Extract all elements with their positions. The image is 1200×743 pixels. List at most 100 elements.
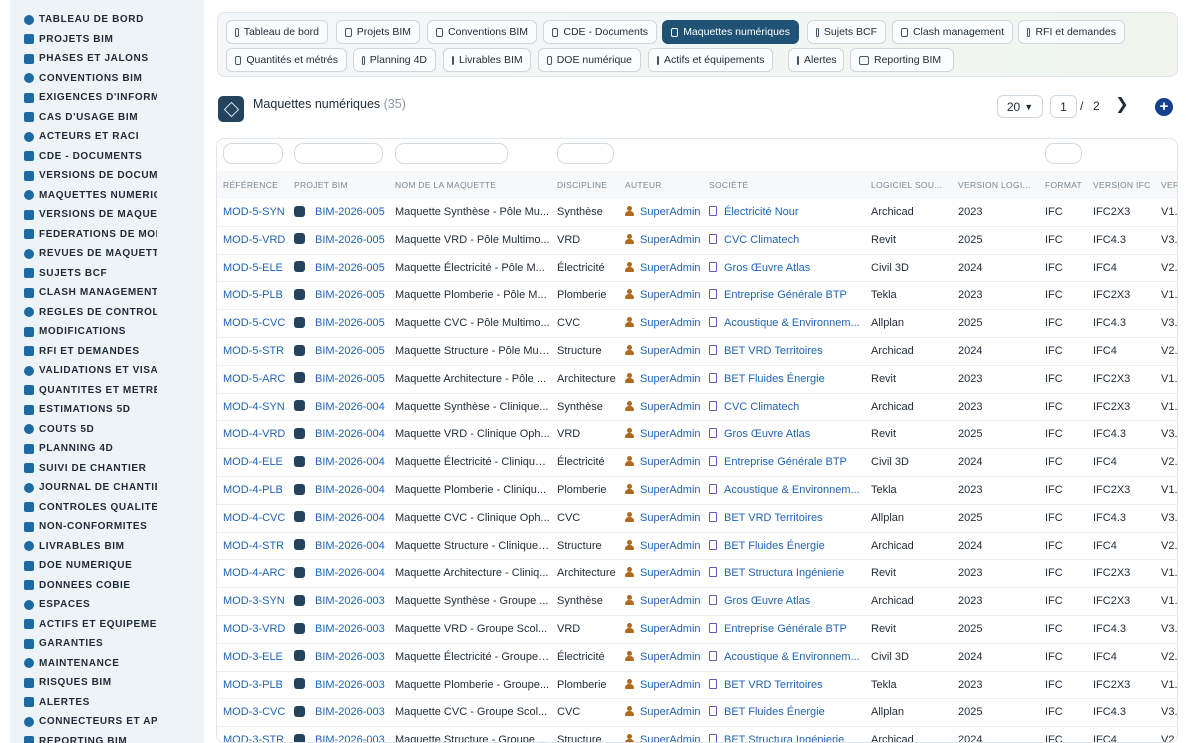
sidebar-item[interactable]: SUIVI DE CHANTIER <box>10 459 204 479</box>
sidebar-item[interactable]: CDE - DOCUMENTS <box>10 147 204 167</box>
col-author-cell[interactable]: SuperAdmin <box>625 366 705 394</box>
sidebar-item[interactable]: TABLEAU DE BORD <box>10 10 204 30</box>
filter-format-input[interactable] <box>1045 143 1082 164</box>
col-project-cell[interactable]: BIM-2026-005 <box>294 338 390 366</box>
col-company-cell[interactable]: Gros Œuvre Atlas <box>709 588 864 616</box>
col-project-cell[interactable]: BIM-2026-004 <box>294 394 390 422</box>
tab-projects[interactable]: Projets BIM <box>336 20 420 44</box>
col-author-cell[interactable]: SuperAdmin <box>625 699 705 727</box>
table-row[interactable]: MOD-4-ARC BIM-2026-004 Maquette Architectu… <box>217 560 1177 589</box>
col-project-cell[interactable]: BIM-2026-004 <box>294 421 390 449</box>
sidebar-item[interactable]: ACTIFS ET ÉQUIPEMENT <box>10 615 204 635</box>
tab-calendar[interactable]: Planning 4D <box>353 48 436 72</box>
tab-question[interactable]: RFI et demandes <box>1018 20 1125 44</box>
col-project-cell[interactable]: BIM-2026-005 <box>294 366 390 394</box>
table-row[interactable]: MOD-5-SYN BIM-2026-005 Maquette Synthèse -… <box>217 199 1177 227</box>
current-page-input[interactable]: 1 <box>1050 95 1077 118</box>
col-ifc-version-header[interactable]: VERSION IFC <box>1093 171 1157 199</box>
col-author-cell[interactable]: SuperAdmin <box>625 477 705 505</box>
col-discipline-header[interactable]: DISCIPLINE <box>557 171 621 199</box>
sidebar-item[interactable]: REPORTING BIM <box>10 732 204 743</box>
sidebar-item[interactable]: NON-CONFORMITÉS <box>10 517 204 537</box>
col-author-cell[interactable]: SuperAdmin <box>625 394 705 422</box>
col-company-cell[interactable]: BET Fluides Énergie <box>709 699 864 727</box>
col-author-cell[interactable]: SuperAdmin <box>625 588 705 616</box>
col-company-cell[interactable]: Gros Œuvre Atlas <box>709 421 864 449</box>
col-author-cell[interactable]: SuperAdmin <box>625 255 705 283</box>
col-project-cell[interactable]: BIM-2026-003 <box>294 616 390 644</box>
col-author-cell[interactable]: SuperAdmin <box>625 449 705 477</box>
col-project-cell[interactable]: BIM-2026-003 <box>294 644 390 672</box>
sidebar-item[interactable]: DONNÉES COBIE <box>10 576 204 596</box>
sidebar-item[interactable]: CLASH MANAGEMENT <box>10 283 204 303</box>
col-reference-cell[interactable]: MOD-4-VRD <box>223 421 289 449</box>
col-software-header[interactable]: LOGICIEL SOU... <box>871 171 953 199</box>
tab-warning[interactable]: Clash management <box>892 20 1013 44</box>
col-author-cell[interactable]: SuperAdmin <box>625 282 705 310</box>
sidebar-item[interactable]: ESPACES <box>10 595 204 615</box>
col-name-header[interactable]: NOM DE LA MAQUETTE <box>395 171 550 199</box>
col-author-cell[interactable]: SuperAdmin <box>625 505 705 533</box>
table-row[interactable]: MOD-5-VRD BIM-2026-005 Maquette VRD - Pôle… <box>217 227 1177 255</box>
tab-folder[interactable]: CDE - Documents <box>543 20 657 44</box>
col-reference-cell[interactable]: MOD-3-ELE <box>223 644 289 672</box>
col-software-version-header[interactable]: VERSION LOGI... <box>958 171 1040 199</box>
col-project-cell[interactable]: BIM-2026-005 <box>294 227 390 255</box>
col-author-header[interactable]: AUTEUR <box>625 171 705 199</box>
filter-reference-input[interactable] <box>223 143 283 164</box>
sidebar-item[interactable]: PROJETS BIM <box>10 30 204 50</box>
filter-project-input[interactable] <box>294 143 383 164</box>
col-reference-cell[interactable]: MOD-4-ELE <box>223 449 289 477</box>
table-row[interactable]: MOD-4-SYN BIM-2026-004 Maquette Synthèse -… <box>217 394 1177 422</box>
tab-reporting[interactable]: Reporting BIM <box>850 48 954 72</box>
col-project-cell[interactable]: BIM-2026-003 <box>294 588 390 616</box>
tab-deliverables[interactable]: Livrables BIM <box>443 48 531 72</box>
sidebar-item[interactable]: RÈGLES DE CONTRÔLE <box>10 303 204 323</box>
col-reference-cell[interactable]: MOD-4-ARC <box>223 560 289 588</box>
filter-discipline-input[interactable] <box>557 143 614 164</box>
sidebar-item[interactable]: PHASES ET JALONS <box>10 49 204 69</box>
col-author-cell[interactable]: SuperAdmin <box>625 227 705 255</box>
col-author-cell[interactable]: SuperAdmin <box>625 533 705 561</box>
col-format-header[interactable]: FORMAT <box>1045 171 1089 199</box>
col-company-cell[interactable]: CVC Climatech <box>709 227 864 255</box>
col-company-cell[interactable]: Gros Œuvre Atlas <box>709 255 864 283</box>
table-row[interactable]: MOD-5-STR BIM-2026-005 Maquette Structure … <box>217 338 1177 366</box>
sidebar-item[interactable]: CAS D'USAGE BIM <box>10 108 204 128</box>
col-project-cell[interactable]: BIM-2026-004 <box>294 533 390 561</box>
col-company-cell[interactable]: Électricité Nour <box>709 199 864 227</box>
col-reference-cell[interactable]: MOD-5-ELE <box>223 255 289 283</box>
col-author-cell[interactable]: SuperAdmin <box>625 727 705 742</box>
table-row[interactable]: MOD-5-CVC BIM-2026-005 Maquette CVC - Pôle… <box>217 310 1177 338</box>
col-company-cell[interactable]: BET Structura Ingénierie <box>709 727 864 742</box>
col-company-cell[interactable]: BET Structura Ingénierie <box>709 560 864 588</box>
sidebar-item[interactable]: FÉDÉRATIONS DE MODÈ <box>10 225 204 245</box>
col-company-cell[interactable]: BET VRD Territoires <box>709 672 864 700</box>
sidebar-item[interactable]: ALERTES <box>10 693 204 713</box>
table-row[interactable]: MOD-4-PLB BIM-2026-004 Maquette Plomberie … <box>217 477 1177 505</box>
chevron-right-icon[interactable]: ❯ <box>1113 94 1131 116</box>
tab-bell[interactable]: Alertes <box>788 48 844 72</box>
sidebar-item[interactable]: VALIDATIONS ET VISAS <box>10 361 204 381</box>
col-reference-cell[interactable]: MOD-5-SYN <box>223 199 289 227</box>
col-company-cell[interactable]: Entreprise Générale BTP <box>709 449 864 477</box>
sidebar-item[interactable]: ESTIMATIONS 5D <box>10 400 204 420</box>
col-company-cell[interactable]: Acoustique & Environnem... <box>709 310 864 338</box>
col-author-cell[interactable]: SuperAdmin <box>625 338 705 366</box>
col-company-header[interactable]: SOCIÉTÉ <box>709 171 864 199</box>
table-row[interactable]: MOD-4-ELE BIM-2026-004 Maquette Électricit… <box>217 449 1177 477</box>
sidebar-item[interactable]: RFI ET DEMANDES <box>10 342 204 362</box>
table-row[interactable]: MOD-3-PLB BIM-2026-003 Maquette Plomberie … <box>217 672 1177 700</box>
col-project-cell[interactable]: BIM-2026-004 <box>294 560 390 588</box>
sidebar-item[interactable]: RISQUES BIM <box>10 673 204 693</box>
col-reference-cell[interactable]: MOD-4-STR <box>223 533 289 561</box>
sidebar-item[interactable]: CONVENTIONS BIM <box>10 69 204 89</box>
col-company-cell[interactable]: CVC Climatech <box>709 394 864 422</box>
col-reference-cell[interactable]: MOD-3-SYN <box>223 588 289 616</box>
sidebar-item[interactable]: VERSIONS DE DOCUMEN <box>10 166 204 186</box>
sidebar-item[interactable]: SUJETS BCF <box>10 264 204 284</box>
sidebar-item[interactable]: CONNECTEURS ET API <box>10 712 204 732</box>
col-reference-header[interactable]: RÉFÉRENCE <box>223 171 289 199</box>
col-reference-cell[interactable]: MOD-4-CVC <box>223 505 289 533</box>
col-author-cell[interactable]: SuperAdmin <box>625 421 705 449</box>
